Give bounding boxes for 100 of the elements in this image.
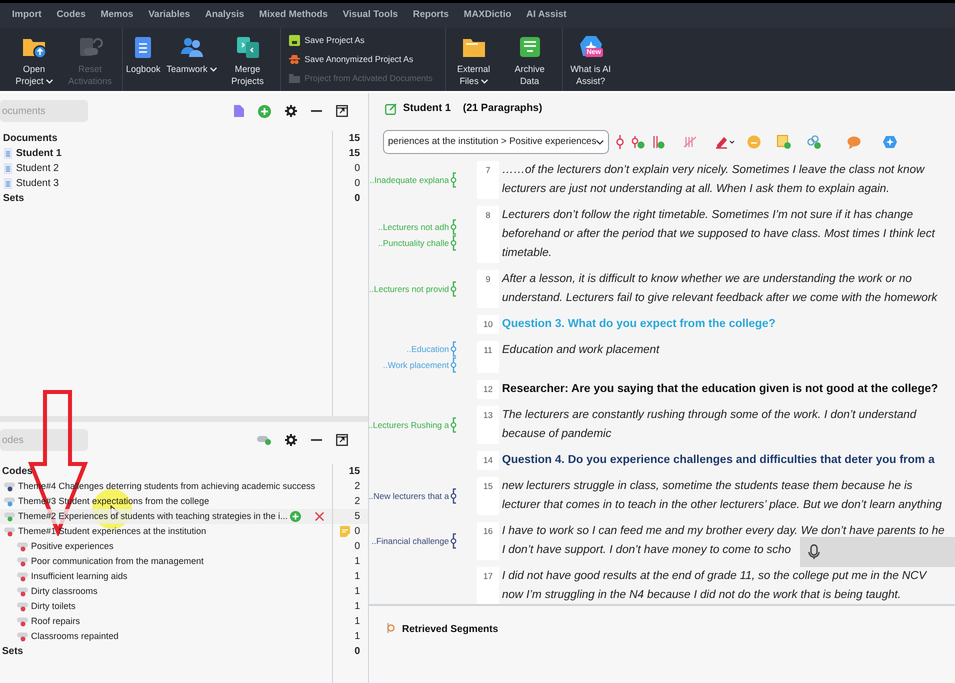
count-label: 15 [348,147,360,161]
text-line: The lecturers are constantly rushing through some of the work. I don’t understand [502,408,916,423]
text-line: beforehand or after the period that we supposed to have class. Most times I think lect [502,227,935,242]
code-bracket-icon [450,281,457,297]
count-label: 1 [354,630,360,644]
paragraph-count: (21 Paragraphs) [462,101,542,116]
code-bracket-icon [450,488,457,504]
text-line: Education and work placement [502,343,660,358]
text-line: ……of the lecturers don’t explain very nicely. Sometimes I leave the class not know [502,163,924,178]
line-number: 9 [477,270,499,308]
tree-item[interactable]: Poor communication from the management [31,554,204,568]
tree-item[interactable]: Sets [2,644,24,659]
tree-item[interactable]: Roof repairs [31,614,80,628]
menu-tab[interactable]: Reports [412,8,449,23]
tree-item[interactable]: Student 1 [16,146,62,161]
menu-tab[interactable]: Codes [56,8,86,23]
add-icon[interactable] [290,511,301,522]
menu-tab[interactable]: Mixed Methods [259,8,328,23]
menu-tab[interactable]: Memos [100,8,134,23]
count-label: 1 [354,585,360,599]
ribbon-button[interactable]: Merge Projects [220,28,276,91]
tree-item[interactable]: Theme#2 Experiences of students with teaching strategies in the i... [18,510,288,524]
text-line: lecturers are just not understanding at all. When I ask them to explain again. [502,182,890,197]
ribbon-menu-button[interactable]: Save Project As [288,34,433,48]
line-number: 15 [477,477,499,515]
line-number: 12 [477,380,499,399]
sparkle-icon[interactable] [883,135,897,149]
close-icon[interactable] [315,512,324,521]
comment-icon[interactable] [847,136,861,148]
count-label: 5 [354,510,360,524]
menu-tab[interactable]: Analysis [205,8,244,23]
code-selector[interactable]: periences at the institution > Positive experiences [383,130,609,154]
memo-icon[interactable] [340,526,350,537]
ribbon-button[interactable]: External Files [444,28,502,91]
count-label: 0 [354,162,360,176]
add-icon[interactable] [258,104,271,118]
link-add-icon[interactable] [807,135,821,149]
tree-item[interactable]: Positive experiences [31,540,114,554]
ribbon-button[interactable]: Logbook [122,28,164,91]
code-label: ..Lecturers not provid [369,283,449,295]
tree-item[interactable]: Dirty classrooms [31,584,98,598]
search-field[interactable]: ocuments [0,100,88,122]
line-number: 8 [477,206,499,263]
ribbon-button[interactable]: Archive Data [502,28,558,91]
count-label: 0 [354,540,360,554]
document-icon[interactable] [234,105,244,117]
count-label: 0 [354,645,360,659]
tree-item[interactable]: Classrooms repainted [31,630,119,644]
text-line: After a lesson, it is difficult to know whether we are understanding the work or no [502,272,912,287]
heading-line: Question 4. Do you experience challenges and difficulties that deter you from a [502,453,935,468]
menu-tab[interactable]: AI Assist [526,8,567,23]
ribbon-button[interactable]: Teamwork [164,28,220,91]
count-label: 15 [348,465,360,479]
ribbon-menu-button[interactable]: Save Anonymized Project As [288,53,433,66]
memo-add-icon[interactable] [777,135,791,149]
tree-item[interactable]: Student 2 [16,161,59,176]
line-number: 11 [477,341,499,373]
count-label: 1 [354,570,360,584]
count-label: 1 [354,555,360,569]
settings-icon[interactable] [285,105,297,117]
highlighter-icon[interactable] [715,135,735,149]
code-bracket-icon [450,533,457,549]
line-number: 7 [477,161,499,199]
code-label: ..Punctuality challe [378,236,449,248]
code-pin-icon[interactable] [615,135,625,149]
tree-item[interactable]: Documents [3,131,58,146]
ribbon-button[interactable]: Open Project [6,28,62,91]
code-label: ..Education [406,343,449,355]
document-title: Student 1 [403,101,451,116]
document-icon [4,163,12,174]
remove-code-icon[interactable] [683,135,697,149]
tree-item[interactable]: Insufficient learning aids [31,570,128,584]
menu-tab[interactable]: Import [12,8,42,23]
menu-tab[interactable]: MAXDictio [464,8,512,23]
pop-out-icon[interactable] [336,434,348,446]
document-icon [4,178,12,189]
codes-add-icon[interactable] [651,135,665,149]
save-icon [288,35,300,46]
code-add-icon[interactable] [631,135,645,149]
settings-icon[interactable] [285,434,297,446]
menu-tab[interactable]: Visual Tools [342,8,398,23]
text-line: lecturer that comes in to teach in the other lecturers’ place. But we don’t learn anything [502,498,942,513]
code-label: ..Work placement [383,359,449,371]
line-number: 10 [477,315,499,334]
code-bracket-icon [450,417,457,433]
tree-item[interactable]: Sets [3,191,24,206]
edit-icon[interactable] [385,103,397,115]
code-bracket-icon [450,172,457,188]
tree-item[interactable]: Dirty toilets [31,600,76,614]
code-add-icon[interactable] [257,435,271,445]
code-label: ..Inadequate explana [370,174,449,186]
count-label: 0 [354,192,360,206]
search-field[interactable]: odes [0,429,88,451]
text-line: I have to work so I can feed me and my brother every day. We don’t have parents to he [502,524,945,539]
pop-out-icon[interactable] [336,105,348,117]
tree-item[interactable]: Student 3 [16,176,59,191]
tree-item[interactable]: Codes [2,464,33,479]
menu-tab[interactable]: Variables [148,8,190,23]
folder-icon [288,72,300,84]
count-label: 1 [354,600,360,614]
